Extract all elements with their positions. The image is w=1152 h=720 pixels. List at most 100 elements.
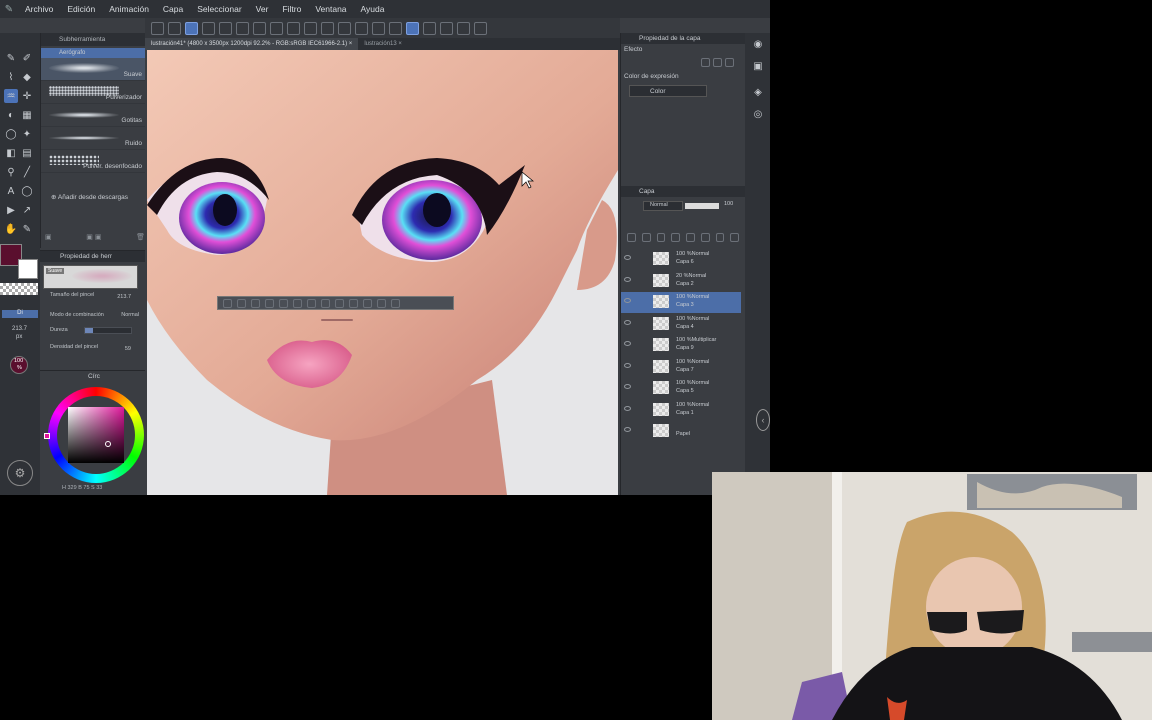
scale-selection-icon[interactable] — [293, 298, 302, 308]
fill-icon[interactable] — [338, 21, 351, 35]
expression-color-dropdown[interactable]: Color — [629, 85, 707, 97]
eraser-tool-icon[interactable]: ◆ — [20, 70, 34, 84]
layer-row[interactable]: 100 %Normal Capa 5 — [621, 378, 741, 399]
magic-wand-icon[interactable]: ✦ — [20, 127, 34, 141]
menu-archivo[interactable]: Archivo — [18, 4, 60, 14]
lasso-tool-icon[interactable]: ◯ — [4, 127, 18, 141]
visibility-eye-icon[interactable] — [624, 362, 631, 368]
apply-mask-icon[interactable] — [715, 233, 725, 242]
menu-filtro[interactable]: Filtro — [275, 4, 308, 14]
visibility-eye-icon[interactable] — [624, 341, 631, 346]
undo-icon[interactable] — [270, 21, 283, 35]
clear-selection-icon[interactable] — [307, 298, 316, 308]
move-tool-icon[interactable]: ✛ — [20, 89, 34, 103]
visibility-eye-icon[interactable] — [624, 276, 631, 282]
transfer-layer-icon[interactable] — [671, 233, 680, 242]
balloon-tool-icon[interactable]: ◯ — [20, 184, 34, 198]
drawing-canvas[interactable] — [147, 50, 618, 495]
size-value[interactable]: 213.7 — [117, 294, 131, 300]
hardness-slider[interactable] — [84, 327, 132, 334]
layer-row[interactable]: 100 %Normal Capa 1 — [621, 400, 741, 421]
layer-row[interactable]: 100 %Normal Capa 3 — [621, 292, 741, 313]
new-raster-layer-icon[interactable] — [627, 233, 636, 242]
companion-mode-icon[interactable]: ⚙ — [7, 460, 33, 486]
new-layer-icon[interactable] — [377, 298, 386, 308]
copy-subtool-icon[interactable]: ▣ ▣ — [86, 233, 101, 243]
settings-icon[interactable] — [304, 21, 317, 35]
layer-row[interactable]: Papel — [621, 421, 741, 442]
add-from-downloads-button[interactable]: ⊕ Añadir desde descargas — [51, 193, 128, 201]
pencil-tool-icon[interactable]: ✐ — [20, 51, 34, 65]
brush-mode-icon[interactable] — [202, 21, 215, 35]
new-file-icon[interactable] — [219, 21, 232, 35]
airbrush-tool-icon[interactable]: ♒ — [4, 89, 18, 103]
saturation-value-square[interactable] — [68, 407, 124, 463]
open-icon[interactable] — [236, 21, 249, 35]
menu-seleccionar[interactable]: Seleccionar — [190, 4, 248, 14]
close-tab-icon[interactable]: × — [349, 41, 353, 47]
layer-opacity-slider[interactable] — [685, 203, 719, 209]
text-tool-icon[interactable]: A — [4, 184, 18, 198]
crop-icon[interactable] — [389, 21, 402, 35]
fill-tool-icon[interactable]: ◧ — [4, 146, 18, 160]
hand-tool-icon[interactable]: ✋ — [4, 222, 18, 236]
document-icon[interactable] — [474, 21, 487, 35]
close-tab-icon[interactable]: × — [398, 41, 402, 47]
redo-icon[interactable] — [287, 21, 300, 35]
shrink-selection-icon[interactable] — [265, 298, 274, 308]
blend-dropdown[interactable]: Normal — [121, 312, 139, 318]
menu-capa[interactable]: Capa — [156, 4, 190, 14]
hamburger-icon[interactable] — [151, 21, 164, 35]
mask-icon[interactable] — [700, 233, 710, 242]
menu-animacion[interactable]: Animación — [102, 4, 156, 14]
visibility-eye-icon[interactable] — [624, 384, 631, 389]
density-value[interactable]: 59 — [125, 346, 131, 352]
decoration-tool-icon[interactable]: ✎ — [20, 222, 34, 236]
hue-picker-handle[interactable] — [44, 433, 50, 439]
transparent-color-swatch[interactable] — [0, 283, 38, 295]
layer-icon[interactable] — [457, 21, 470, 35]
brush-ruido[interactable]: Ruido — [41, 127, 145, 150]
layer-row[interactable]: 100 %Normal Capa 6 — [621, 249, 741, 270]
menu-edicion[interactable]: Edición — [60, 4, 102, 14]
combine-layer-icon[interactable] — [686, 233, 695, 242]
brush-suave[interactable]: Suave — [41, 58, 145, 81]
close-launcher-icon[interactable] — [391, 298, 400, 308]
menu-ver[interactable]: Ver — [249, 4, 276, 14]
color-wheel-tab[interactable]: Círc — [88, 373, 100, 380]
expand-selection-icon[interactable] — [251, 298, 260, 308]
tab-ilustracion41[interactable]: lustración41* (4800 x 3500px 1200dpi 92.… — [145, 38, 359, 50]
collapse-panel-icon[interactable]: ‹ — [756, 409, 770, 431]
tone-effect-icon[interactable] — [713, 58, 722, 67]
clear-icon[interactable] — [372, 21, 385, 35]
paste-icon[interactable] — [349, 298, 358, 308]
layer-row[interactable]: 20 %Normal Capa 2 — [621, 271, 741, 292]
ruler-icon[interactable] — [423, 21, 436, 35]
navigator-icon[interactable]: ◉ — [751, 37, 765, 51]
deselect-icon[interactable] — [223, 298, 232, 308]
material-icon[interactable]: ◈ — [751, 85, 765, 99]
visibility-eye-icon[interactable] — [624, 427, 631, 432]
blend-tool-icon[interactable]: ◐ — [4, 108, 18, 122]
line-extract-icon[interactable] — [725, 58, 734, 67]
sub-view-icon[interactable]: ▣ — [751, 59, 765, 73]
subtool-menu-icon[interactable]: ▣ — [45, 233, 52, 243]
visibility-eye-icon[interactable] — [624, 298, 631, 303]
tab-ilustracion13[interactable]: lustración13 × — [358, 38, 408, 50]
layer-blend-dropdown[interactable]: Normal — [643, 201, 683, 211]
visibility-eye-icon[interactable] — [624, 405, 631, 411]
subtool-group-tab[interactable]: Aerógrafo — [41, 48, 145, 58]
ruler-tool-icon[interactable]: ↗ — [20, 203, 34, 217]
brush-pulver-desenfocado[interactable]: Pulver. desenfocado — [41, 150, 145, 173]
visibility-eye-icon[interactable] — [624, 319, 631, 325]
layer-row[interactable]: 100 %Normal Capa 4 — [621, 314, 741, 335]
layer-search-icon[interactable]: ◎ — [751, 107, 765, 121]
new-vector-layer-icon[interactable] — [641, 233, 651, 242]
new-folder-icon[interactable] — [656, 233, 666, 242]
selection-icon[interactable] — [406, 21, 419, 35]
menu-ventana[interactable]: Ventana — [308, 4, 353, 14]
delete-layer-icon[interactable] — [730, 233, 739, 242]
layer-row[interactable]: 100 %Multiplicar Capa 9 — [621, 335, 741, 356]
gradient-tool-icon[interactable]: ▤ — [20, 146, 34, 160]
new-canvas-icon[interactable] — [168, 21, 181, 35]
